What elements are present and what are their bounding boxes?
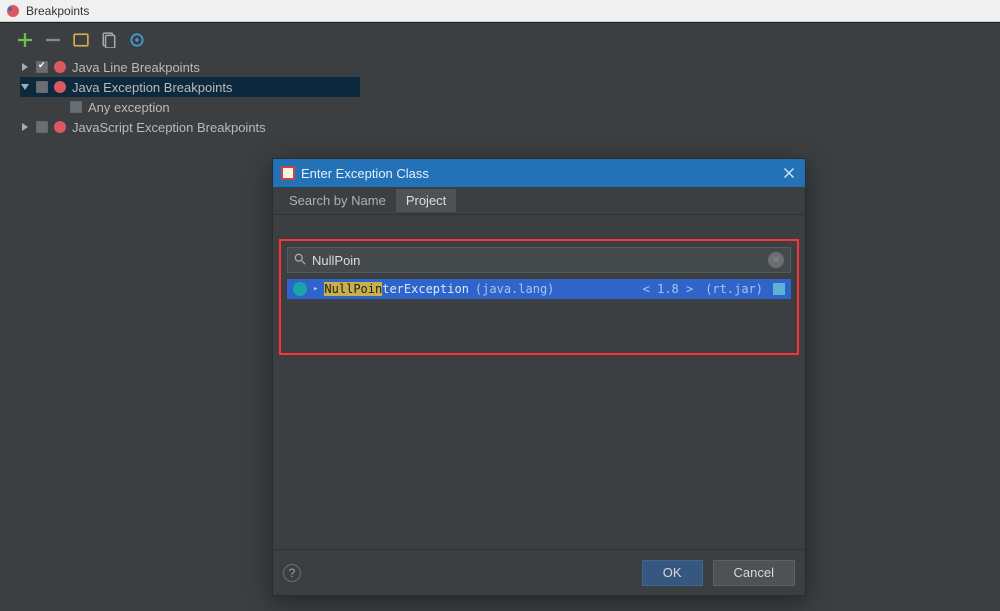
search-field[interactable]: ✕ (287, 247, 791, 273)
dialog-footer: ? OK Cancel (273, 549, 805, 595)
target-icon[interactable] (128, 31, 146, 49)
tree-item-js-exception[interactable]: JavaScript Exception Breakpoints (20, 117, 994, 137)
result-jdk-version: < 1.8 > (643, 282, 694, 296)
close-icon[interactable] (781, 165, 797, 181)
dialog-icon (281, 166, 295, 180)
dialog-tabs: Search by Name Project (273, 187, 805, 215)
remove-button[interactable] (44, 31, 62, 49)
help-icon[interactable]: ? (283, 564, 301, 582)
search-icon (294, 253, 306, 268)
cancel-button[interactable]: Cancel (713, 560, 795, 586)
breakpoints-tree[interactable]: Java Line Breakpoints Java Exception Bre… (6, 55, 994, 137)
library-icon (773, 283, 785, 295)
search-input[interactable] (312, 253, 762, 268)
window-title: Breakpoints (26, 4, 89, 18)
breakpoint-icon (54, 121, 66, 133)
window-title-bar[interactable]: Breakpoints (0, 0, 1000, 22)
tree-item-any-exception[interactable]: Any exception (20, 97, 994, 117)
breakpoints-toolbar (6, 29, 994, 55)
tree-item-label: Java Line Breakpoints (72, 60, 200, 75)
checkbox[interactable] (36, 121, 48, 133)
tree-item-label: Any exception (88, 100, 170, 115)
app-icon (6, 4, 20, 18)
breakpoint-icon (54, 61, 66, 73)
tab-project[interactable]: Project (396, 189, 456, 212)
main-panel: Java Line Breakpoints Java Exception Bre… (0, 22, 1000, 611)
collapse-icon[interactable] (20, 83, 30, 91)
class-icon (293, 282, 307, 296)
tree-item-label: Java Exception Breakpoints (72, 80, 232, 95)
checkbox[interactable] (36, 81, 48, 93)
chevron-right-icon: ▸ (313, 284, 318, 294)
checkbox[interactable] (36, 61, 48, 73)
expand-icon[interactable] (20, 63, 30, 71)
group-by-package-icon[interactable] (72, 31, 90, 49)
tree-item-label: JavaScript Exception Breakpoints (72, 120, 266, 135)
tab-search-by-name[interactable]: Search by Name (279, 189, 396, 212)
tree-item-java-exception[interactable]: Java Exception Breakpoints (20, 77, 360, 97)
ok-button[interactable]: OK (642, 560, 703, 586)
enter-exception-dialog: Enter Exception Class Search by Name Pro… (272, 158, 806, 596)
breakpoint-icon (54, 81, 66, 93)
dialog-title: Enter Exception Class (301, 166, 429, 181)
clear-icon[interactable]: ✕ (768, 252, 784, 268)
dialog-body: ✕ ▸ NullPointerException (java.lang) < 1… (273, 215, 805, 549)
dialog-title-bar[interactable]: Enter Exception Class (273, 159, 805, 187)
add-button[interactable] (16, 31, 34, 49)
expand-icon[interactable] (20, 123, 30, 131)
result-package: (java.lang) (475, 282, 554, 296)
result-item[interactable]: ▸ NullPointerException (java.lang) < 1.8… (287, 279, 791, 299)
group-by-file-icon[interactable] (100, 31, 118, 49)
results-list: ▸ NullPointerException (java.lang) < 1.8… (287, 279, 791, 347)
checkbox[interactable] (70, 101, 82, 113)
result-jar: (rt.jar) (705, 282, 763, 296)
highlight-annotation: ✕ ▸ NullPointerException (java.lang) < 1… (279, 239, 799, 355)
result-name: NullPointerException (324, 282, 469, 296)
tree-item-java-line[interactable]: Java Line Breakpoints (20, 57, 994, 77)
